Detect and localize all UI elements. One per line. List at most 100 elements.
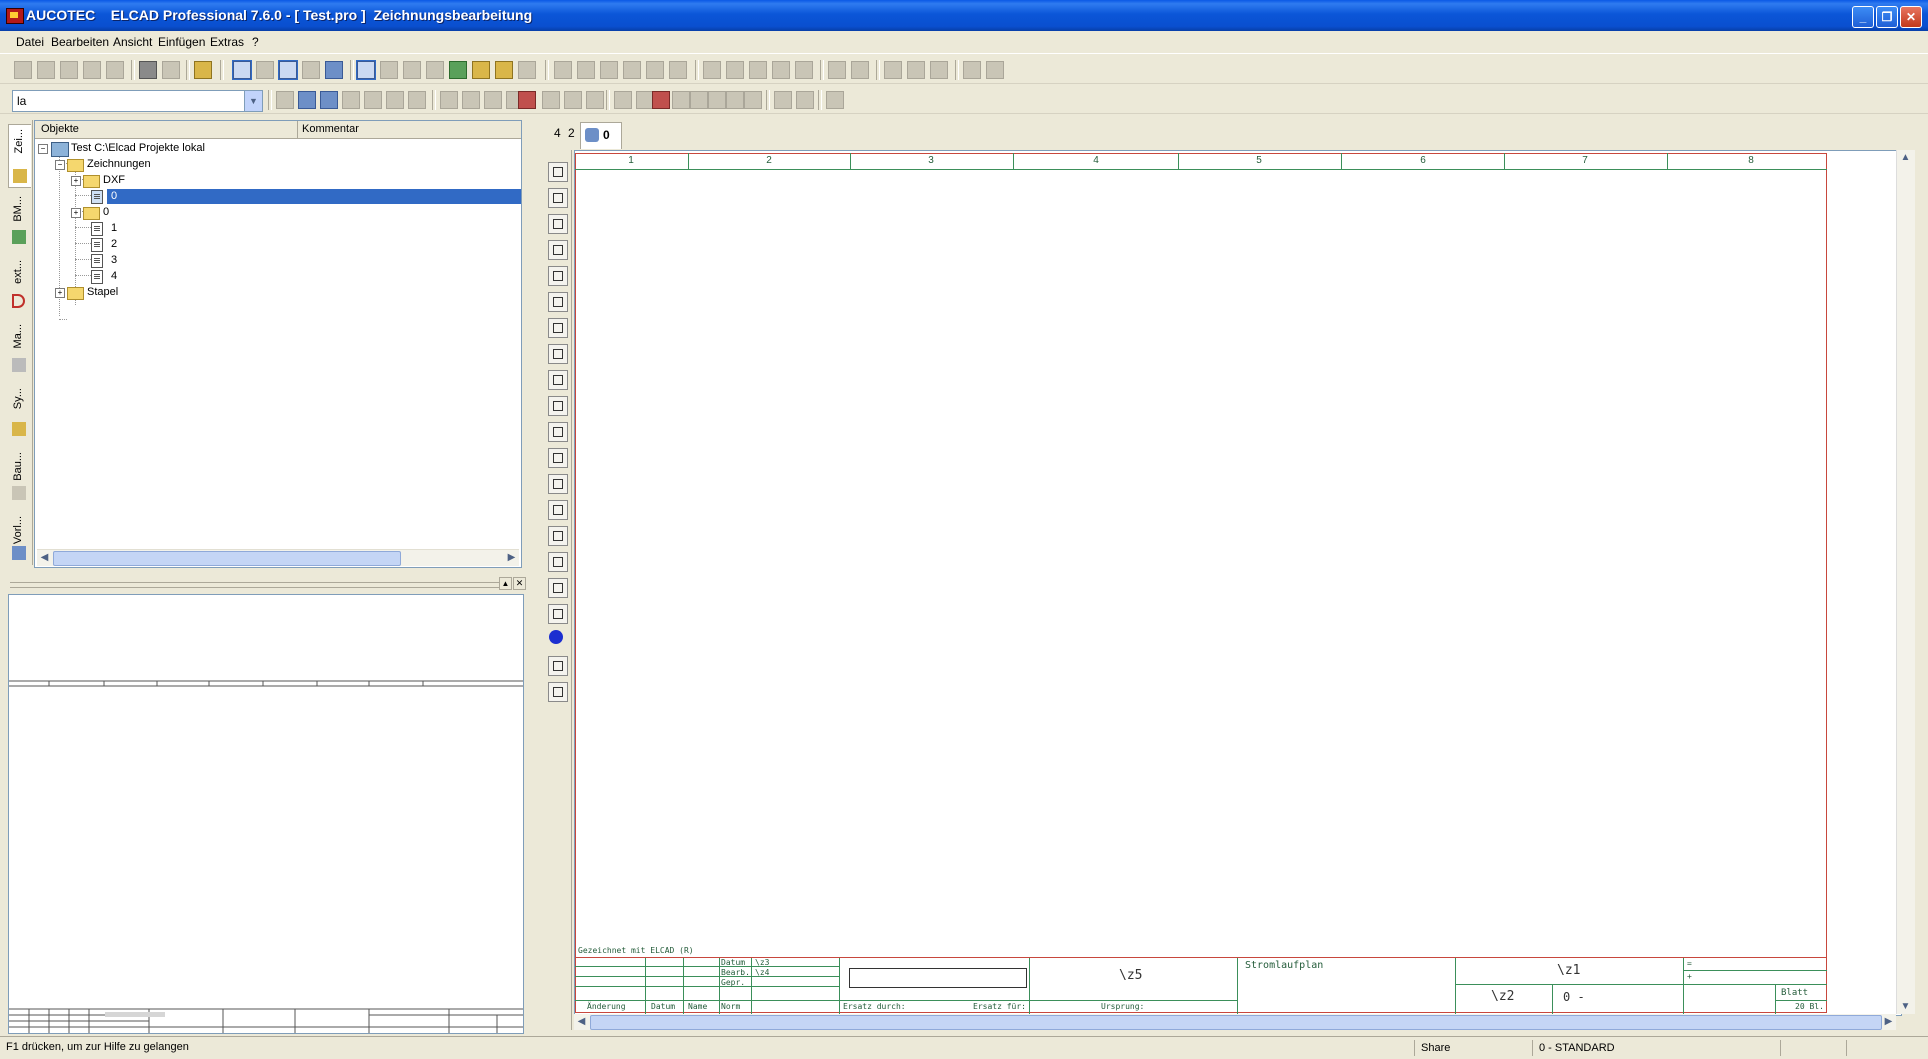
dimension-icon[interactable] bbox=[484, 91, 502, 109]
tree-node-drawing-selected[interactable]: 0 bbox=[35, 189, 521, 204]
angle-icon[interactable] bbox=[614, 91, 632, 109]
symbol-meter-icon[interactable] bbox=[548, 318, 568, 338]
symbol-form-icon[interactable] bbox=[548, 682, 568, 702]
text-icon[interactable] bbox=[542, 91, 560, 109]
canvas-horizontal-scrollbar[interactable]: ◀ ▶ bbox=[574, 1014, 1896, 1030]
device-icon[interactable] bbox=[449, 61, 467, 79]
find-replace-icon[interactable] bbox=[774, 91, 792, 109]
arrow-left-icon[interactable] bbox=[298, 91, 316, 109]
undo-icon[interactable] bbox=[963, 61, 981, 79]
open-icon[interactable] bbox=[60, 61, 78, 79]
symbol-coil-icon[interactable] bbox=[548, 422, 568, 442]
collapse-icon[interactable]: − bbox=[55, 160, 65, 170]
minimize-button[interactable]: _ bbox=[1852, 6, 1874, 28]
insert-down6-icon[interactable] bbox=[708, 91, 726, 109]
tree-node-zeichnungen[interactable]: − Zeichnungen bbox=[35, 157, 335, 172]
menu-bearbeiten[interactable]: Bearbeiten bbox=[51, 35, 109, 49]
print-preview-icon[interactable] bbox=[162, 61, 180, 79]
sort-desc-icon[interactable] bbox=[772, 61, 790, 79]
symbol-terminal-icon[interactable] bbox=[548, 162, 568, 182]
tree-node-root[interactable]: − Test C:\Elcad Projekte lokal bbox=[35, 141, 335, 157]
grid-icon[interactable] bbox=[826, 91, 844, 109]
scroll-up-icon[interactable]: ▲ bbox=[1898, 150, 1913, 165]
column-kommentar[interactable]: Kommentar bbox=[302, 123, 359, 135]
arrow-right-icon[interactable] bbox=[320, 91, 338, 109]
tree-horizontal-scrollbar[interactable]: ◀ ▶ bbox=[37, 549, 519, 566]
paint-icon[interactable] bbox=[669, 61, 687, 79]
scroll-left-icon[interactable]: ◀ bbox=[37, 550, 52, 565]
cross-ref-icon[interactable] bbox=[600, 61, 618, 79]
tree-scroll-thumb[interactable] bbox=[53, 551, 401, 566]
symbol-fuse-icon[interactable] bbox=[548, 474, 568, 494]
tab-ext[interactable]: ext... bbox=[8, 256, 30, 314]
tab-zeichnungen[interactable]: Zei... bbox=[8, 124, 31, 188]
doc-tab-active[interactable]: 0 bbox=[580, 122, 622, 149]
dotnet-icon[interactable] bbox=[548, 630, 566, 648]
view-preview-icon[interactable] bbox=[256, 61, 274, 79]
lamp-icon[interactable] bbox=[495, 61, 513, 79]
project-tree[interactable]: Objekte Kommentar − Test C:\Elcad Projek… bbox=[34, 120, 522, 568]
collapse-icon[interactable]: − bbox=[38, 144, 48, 154]
filter-icon[interactable] bbox=[703, 61, 721, 79]
maximize-button[interactable]: ❐ bbox=[1876, 6, 1898, 28]
column-objekte[interactable]: Objekte bbox=[41, 123, 79, 135]
tree-expand-icon[interactable] bbox=[623, 61, 641, 79]
tree-node-drawing-2[interactable]: 2 bbox=[35, 237, 335, 252]
close-doc-icon[interactable] bbox=[83, 61, 101, 79]
close-preview-icon[interactable]: ✕ bbox=[513, 577, 526, 590]
layer-combobox[interactable]: la ▼ bbox=[12, 90, 263, 112]
cable-icon[interactable] bbox=[426, 61, 444, 79]
new-project-icon[interactable] bbox=[14, 61, 32, 79]
symbol-contact-icon[interactable] bbox=[548, 240, 568, 260]
insert-down3-icon[interactable] bbox=[586, 91, 604, 109]
step-forward-icon[interactable] bbox=[554, 61, 572, 79]
refresh-icon[interactable] bbox=[795, 61, 813, 79]
scroll-left-icon[interactable]: ◀ bbox=[574, 1014, 589, 1029]
symbol-library-icon[interactable] bbox=[356, 60, 376, 80]
print-icon[interactable] bbox=[139, 61, 157, 79]
tab-vorlagen[interactable]: Vorl... bbox=[8, 512, 30, 562]
find-next-icon[interactable] bbox=[907, 61, 925, 79]
symbol-gauge-icon[interactable] bbox=[548, 578, 568, 598]
ab-icon[interactable] bbox=[518, 61, 536, 79]
menu-einfuegen[interactable]: Einfügen bbox=[158, 35, 205, 49]
symbol-relay-icon[interactable] bbox=[548, 266, 568, 286]
paste-icon[interactable] bbox=[726, 91, 744, 109]
insert-down7-icon[interactable] bbox=[744, 91, 762, 109]
sort-asc-icon[interactable] bbox=[749, 61, 767, 79]
menu-datei[interactable]: Datei bbox=[16, 35, 44, 49]
view-glasses-icon[interactable] bbox=[302, 61, 320, 79]
symbol-switch-icon[interactable] bbox=[548, 292, 568, 312]
glasses-icon[interactable] bbox=[386, 91, 404, 109]
tab-bau[interactable]: Bau... bbox=[8, 448, 30, 506]
page-icon[interactable] bbox=[276, 91, 294, 109]
canvas-vertical-scrollbar[interactable]: ▲ ▼ bbox=[1896, 150, 1915, 1014]
delete-icon[interactable] bbox=[652, 91, 670, 109]
revision-input-box[interactable] bbox=[849, 968, 1027, 988]
doc-tab-2[interactable]: 2 bbox=[568, 126, 575, 140]
redo-icon[interactable] bbox=[986, 61, 1004, 79]
view-list-icon[interactable] bbox=[325, 61, 343, 79]
replace-icon[interactable] bbox=[930, 61, 948, 79]
copy-icon[interactable] bbox=[690, 91, 708, 109]
symbol-spring-icon[interactable] bbox=[548, 604, 568, 624]
tree-node-drawing-3[interactable]: 3 bbox=[35, 253, 335, 268]
line-icon[interactable] bbox=[564, 91, 582, 109]
terminal-icon[interactable] bbox=[403, 61, 421, 79]
doc-tab-4[interactable]: 4 bbox=[554, 126, 561, 140]
menu-help[interactable]: ? bbox=[252, 35, 259, 49]
symbol-diode-icon[interactable] bbox=[548, 500, 568, 520]
symbol-lamp-icon[interactable] bbox=[548, 370, 568, 390]
close-button[interactable]: ✕ bbox=[1900, 6, 1922, 28]
glasses-search-icon[interactable] bbox=[408, 91, 426, 109]
zoom-in-icon[interactable] bbox=[828, 61, 846, 79]
insert-down-icon[interactable] bbox=[462, 91, 480, 109]
view-output-icon[interactable] bbox=[278, 60, 298, 80]
symbol-busbar-icon[interactable] bbox=[548, 552, 568, 572]
binoculars-icon[interactable] bbox=[796, 91, 814, 109]
symbol-node-icon[interactable] bbox=[548, 214, 568, 234]
page-refresh-icon[interactable] bbox=[342, 91, 360, 109]
chevron-down-icon[interactable]: ▼ bbox=[244, 91, 262, 111]
properties-icon[interactable] bbox=[646, 61, 664, 79]
tree-node-dxf[interactable]: + DXF bbox=[35, 173, 335, 188]
